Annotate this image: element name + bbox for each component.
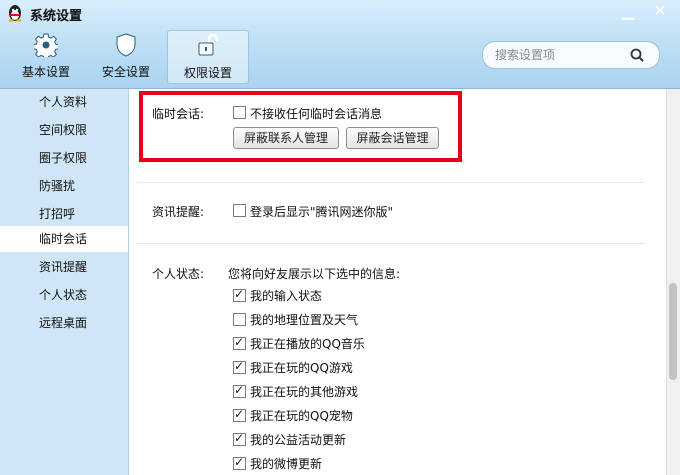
sidebar-item-circle-permission[interactable]: 圈子权限 <box>0 145 128 171</box>
scrollbar-thumb[interactable] <box>669 283 677 380</box>
close-button[interactable]: ✕ <box>648 2 672 22</box>
vertical-scrollbar[interactable] <box>666 89 680 475</box>
status-option-label: 我正在玩的QQ宠物 <box>250 409 353 423</box>
status-option-checkbox[interactable] <box>233 431 246 446</box>
blocked-contacts-button[interactable]: 屏蔽联系人管理 <box>233 127 339 149</box>
status-option-label: 我的输入状态 <box>250 289 323 303</box>
status-option-checkbox[interactable] <box>233 407 246 422</box>
search-icon[interactable] <box>629 47 645 63</box>
status-option-checkbox[interactable] <box>233 287 246 302</box>
title-bar: 系统设置 ▁ ✕ 基本设置 安全设置 权限设置 <box>0 0 680 89</box>
tab-label: 基本设置 <box>21 65 70 79</box>
status-option-label: 我的微博更新 <box>250 457 323 471</box>
sidebar-item-anti-harassment[interactable]: 防骚扰 <box>0 173 128 199</box>
sidebar-item-temp-chat[interactable]: 临时会话 <box>0 226 128 252</box>
sidebar: 个人资料 空间权限 圈子权限 防骚扰 打招呼 临时会话 资讯提醒 个人状态 远程… <box>0 89 129 475</box>
status-option-label: 我正在玩的QQ游戏 <box>250 361 353 375</box>
temp-chat-label: 临时会话: <box>152 107 205 121</box>
status-option-label: 我的公益活动更新 <box>250 433 347 447</box>
status-option-label: 我的地理位置及天气 <box>250 313 359 327</box>
status-option-checkbox[interactable] <box>233 383 246 398</box>
tab-permission-settings[interactable]: 权限设置 <box>167 30 249 84</box>
window-title: 系统设置 <box>30 9 83 24</box>
settings-content: 临时会话: 不接收任何临时会话消息 屏蔽联系人管理 屏蔽会话管理 资讯提醒: 登… <box>129 89 666 475</box>
sidebar-item-greeting[interactable]: 打招呼 <box>0 201 128 227</box>
tab-label: 权限设置 <box>183 66 232 80</box>
divider <box>137 182 645 183</box>
unlock-icon <box>198 34 219 56</box>
status-label: 个人状态: <box>152 267 205 281</box>
reject-temp-chat-label: 不接收任何临时会话消息 <box>250 107 383 121</box>
reject-temp-chat-checkbox[interactable] <box>233 106 246 119</box>
blocked-chats-button[interactable]: 屏蔽会话管理 <box>346 127 439 149</box>
minimize-button[interactable]: ▁ <box>616 2 640 22</box>
status-option-label: 我正在播放的QQ音乐 <box>250 337 365 351</box>
show-mini-news-checkbox[interactable] <box>233 204 246 217</box>
search-input[interactable] <box>493 46 627 64</box>
sidebar-item-remote-desktop[interactable]: 远程桌面 <box>0 310 128 336</box>
gear-icon <box>34 33 58 57</box>
sidebar-item-personal-status[interactable]: 个人状态 <box>0 282 128 308</box>
shield-icon <box>116 33 136 57</box>
divider <box>137 243 645 244</box>
tab-security-settings[interactable]: 安全设置 <box>86 30 166 82</box>
news-label: 资讯提醒: <box>152 205 205 219</box>
sidebar-item-profile[interactable]: 个人资料 <box>0 89 128 115</box>
status-option-checkbox[interactable] <box>233 335 246 350</box>
tab-basic-settings[interactable]: 基本设置 <box>6 30 86 82</box>
status-option-label: 我正在玩的其他游戏 <box>250 385 359 399</box>
sidebar-item-news-reminder[interactable]: 资讯提醒 <box>0 254 128 280</box>
search-box[interactable] <box>482 41 660 69</box>
tab-label: 安全设置 <box>101 65 150 79</box>
status-option-checkbox[interactable] <box>233 455 246 470</box>
status-option-checkbox[interactable] <box>233 313 246 326</box>
status-intro: 您将向好友展示以下选中的信息: <box>228 267 401 281</box>
qq-penguin-icon <box>8 5 22 22</box>
show-mini-news-label: 登录后显示"腾讯网迷你版" <box>250 205 394 219</box>
status-option-checkbox[interactable] <box>233 359 246 374</box>
sidebar-item-space-permission[interactable]: 空间权限 <box>0 117 128 143</box>
settings-window: 系统设置 ▁ ✕ 基本设置 安全设置 权限设置 搜索设置项 个人资料 空间权限 … <box>0 0 680 475</box>
